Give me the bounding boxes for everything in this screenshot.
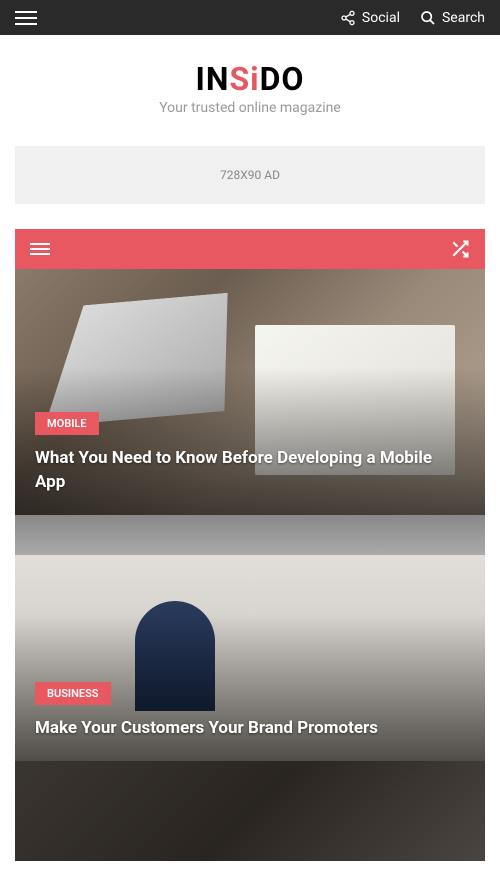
logo-part1: IN	[196, 60, 230, 98]
social-button[interactable]: Social	[340, 10, 400, 26]
feature-section: MOBILE What You Need to Know Before Deve…	[15, 229, 485, 861]
logo-section: INSiDO Your trusted online magazine	[0, 35, 500, 131]
article-card-partial[interactable]	[15, 761, 485, 861]
main-menu-icon[interactable]	[15, 11, 37, 25]
logo-part3: DO	[260, 60, 305, 98]
search-icon	[420, 10, 436, 26]
shuffle-icon[interactable]	[450, 239, 470, 259]
feature-menu-icon[interactable]	[30, 243, 50, 255]
article-content: BUSINESS Make Your Customers Your Brand …	[35, 682, 465, 741]
social-label: Social	[362, 10, 400, 26]
site-logo[interactable]: INSiDO	[0, 60, 500, 98]
article-title: What You Need to Know Before Developing …	[35, 447, 465, 495]
topbar-right: Social Search	[340, 10, 485, 26]
ad-label: 728X90 AD	[220, 168, 280, 182]
article-image	[15, 761, 485, 861]
search-button[interactable]: Search	[420, 10, 485, 26]
article-card[interactable]: BUSINESS Make Your Customers Your Brand …	[15, 515, 485, 761]
site-tagline: Your trusted online magazine	[0, 100, 500, 116]
search-label: Search	[442, 10, 485, 26]
article-content: MOBILE What You Need to Know Before Deve…	[35, 412, 465, 495]
article-card[interactable]: MOBILE What You Need to Know Before Deve…	[15, 269, 485, 515]
category-tag[interactable]: MOBILE	[35, 412, 99, 435]
category-tag[interactable]: BUSINESS	[35, 682, 111, 705]
feature-header	[15, 229, 485, 269]
logo-accent: Si	[229, 60, 259, 98]
ad-banner[interactable]: 728X90 AD	[15, 146, 485, 204]
article-title: Make Your Customers Your Brand Promoters	[35, 717, 465, 741]
topbar: Social Search	[0, 0, 500, 35]
share-icon	[340, 10, 356, 26]
